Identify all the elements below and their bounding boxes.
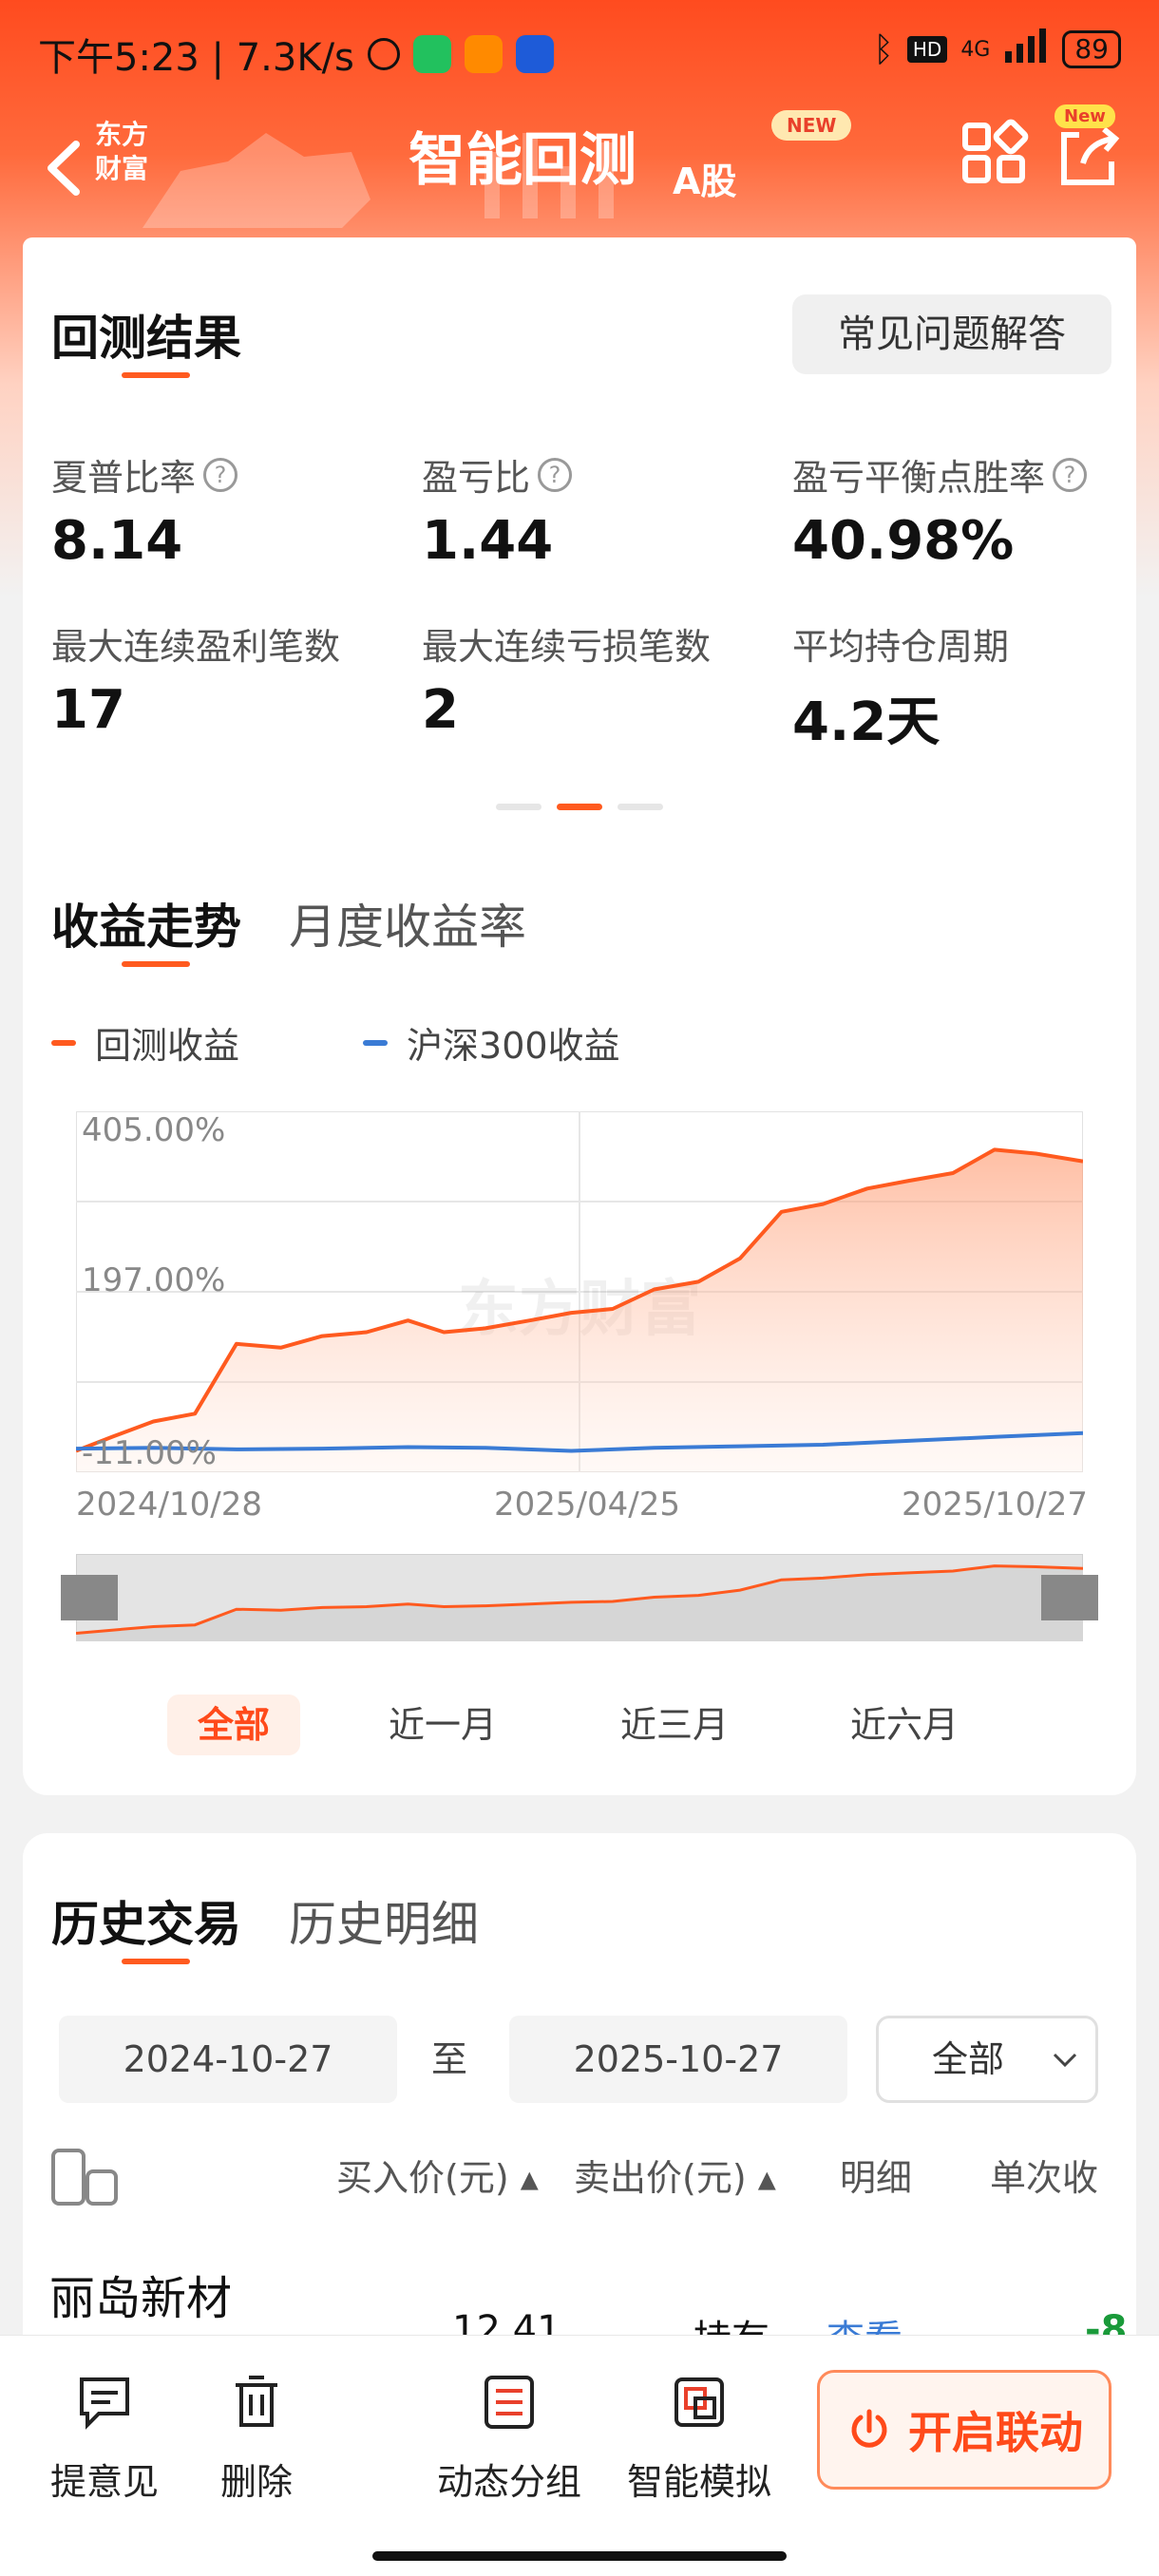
bluetooth-icon: ᛒ [873,29,894,69]
hd-icon: HD [906,36,948,63]
legend-swatch [51,1039,76,1046]
y-tick-label: -11.00% [82,1434,217,1472]
brand-logo: 东方 财富 [95,119,149,184]
range-overview [75,1553,1084,1642]
feedback-icon [80,2377,129,2430]
page-dot-active [557,804,602,810]
enable-link-button[interactable]: 开启联动 [817,2370,1112,2490]
y-tick-label: 405.00% [82,1111,226,1149]
range-handle-right[interactable] [1041,1575,1098,1620]
network-label: 4G [960,37,991,62]
signal-icon [1003,28,1049,70]
date-to-field[interactable]: 2025-10-27 [509,2016,847,2103]
metric-max-consecutive-wins: 最大连续盈利笔数 17 [51,626,341,741]
col-detail: 明细 [840,2157,913,2199]
share-new-badge: New [1054,104,1115,128]
y-tick-label: 197.00% [82,1261,226,1299]
x-tick-label: 2024/10/28 [76,1486,262,1524]
trash-icon [236,2376,277,2427]
range-tab-all[interactable]: 全部 [167,1695,300,1755]
power-icon [851,2409,887,2448]
chart-legend: 回测收益 沪深300收益 [51,1016,620,1069]
simulate-icon [674,2377,724,2427]
date-range-separator: 至 [431,2038,468,2080]
status-time: 下午5:23 | 7.3K/s [38,36,354,80]
metric-profit-loss-ratio: 盈亏比? 1.44 [422,448,783,572]
chevron-down-icon [1053,2053,1077,2068]
market-badge: A股 [673,161,737,202]
page-dot [496,804,542,810]
range-tab-1m[interactable]: 近一月 [376,1695,509,1755]
delete-button[interactable]: 删除 [203,2374,310,2505]
date-from-field[interactable]: 2024-10-27 [59,2016,397,2103]
tab-history-detail[interactable]: 历史明细 [289,1886,479,1955]
mi-icon [464,35,503,73]
list-icon [484,2376,534,2429]
row-stock-name[interactable]: 丽岛新材 [49,2261,232,2327]
wechat-icon [412,35,451,73]
history-tab-underline [122,1959,190,1964]
faq-button[interactable]: 常见问题解答 [792,294,1112,374]
page-dot [618,804,663,810]
x-tick-label: 2025/04/25 [494,1486,680,1524]
range-handle-left[interactable] [61,1575,118,1620]
bottom-toolbar: 提意见 删除 动态分组 智能模拟 开启联动 [0,2335,1159,2576]
metric-max-consecutive-losses: 最大连续亏损笔数 2 [422,626,712,741]
battery-indicator: 89 [1062,30,1121,68]
tab-trade-history[interactable]: 历史交易 [51,1886,241,1955]
return-chart: 东方财富 [76,1111,1083,1472]
col-single-return: 单次收 [990,2157,1099,2199]
legend-item-hs300: 沪深300收益 [363,1016,620,1069]
help-icon[interactable]: ? [203,457,238,492]
legend-item-backtest: 回测收益 [51,1016,239,1069]
range-selector[interactable] [61,1553,1098,1642]
tab-return-trend[interactable]: 收益走势 [51,889,241,957]
nav-bar: 东方 财富 智能回测 A股 NEW New [0,104,1159,237]
results-card: 回测结果 常见问题解答 夏普比率? 8.14 盈亏比? 1.44 盈亏平衡点胜率… [23,237,1136,1795]
range-tab-3m[interactable]: 近三月 [608,1695,741,1755]
results-title: 回测结果 [51,311,241,366]
app-icon [515,35,554,73]
feedback-button[interactable]: 提意见 [38,2374,171,2505]
home-indicator[interactable] [372,2551,787,2561]
phone-layout-icon[interactable] [49,2147,120,2209]
range-tab-6m[interactable]: 近六月 [838,1695,971,1755]
results-title-underline [122,372,190,378]
alarm-icon [367,38,400,70]
new-badge: NEW [771,110,852,141]
metric-sharpe: 夏普比率? 8.14 [51,448,412,572]
grid-apps-icon[interactable] [958,116,1034,192]
back-icon[interactable] [34,125,91,211]
metric-avg-holding-period: 平均持仓周期 4.2天 [792,626,1010,753]
help-icon[interactable]: ? [1053,457,1088,492]
legend-swatch [363,1039,389,1046]
help-icon[interactable]: ? [538,457,573,492]
smart-simulate-button[interactable]: 智能模拟 [623,2374,775,2505]
page-title: 智能回测 [408,127,636,194]
tab-monthly-return[interactable]: 月度收益率 [289,889,526,957]
trend-tab-underline [122,961,190,967]
status-bar: 下午5:23 | 7.3K/s ᛒ HD 4G 89 [0,0,1159,104]
dynamic-group-button[interactable]: 动态分组 [433,2374,585,2505]
x-tick-label: 2025/10/27 [902,1486,1088,1524]
col-buy-price[interactable]: 买入价(元) ▴ [336,2149,539,2201]
col-sell-price[interactable]: 卖出价(元) ▴ [574,2149,776,2201]
metric-breakeven-winrate: 盈亏平衡点胜率? 40.98% [792,448,1153,572]
filter-select[interactable]: 全部 [876,2016,1098,2103]
page-indicator [23,804,1136,810]
